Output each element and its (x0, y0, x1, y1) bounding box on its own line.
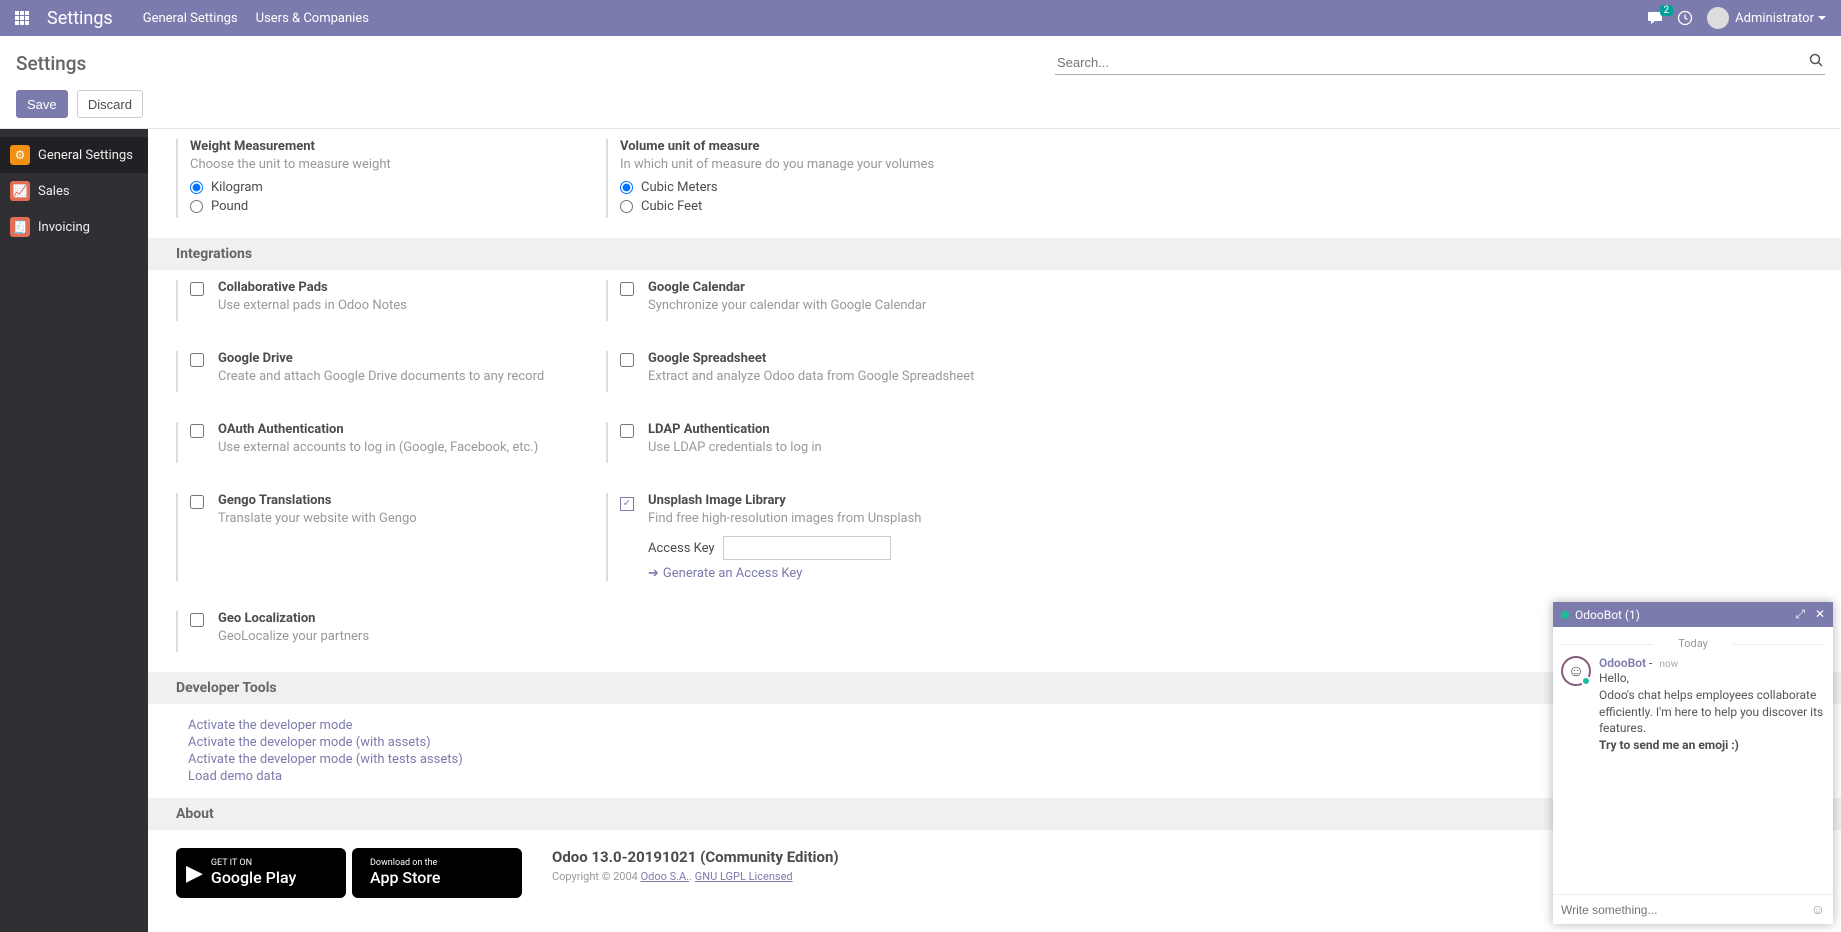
chart-icon: 📈 (10, 181, 30, 201)
checkbox-oauth[interactable] (190, 424, 204, 438)
presence-dot-icon (1581, 676, 1591, 686)
sidebar-item-general[interactable]: ⚙ General Settings (0, 137, 148, 173)
radio-cubic-meters[interactable]: Cubic Meters (620, 180, 1006, 195)
checkbox-pads[interactable] (190, 282, 204, 296)
nav-general-settings[interactable]: General Settings (143, 11, 238, 26)
license-link[interactable]: GNU LGPL Licensed (695, 870, 793, 883)
page-title: Settings (16, 52, 86, 75)
sidebar-item-label: Invoicing (38, 220, 90, 235)
setting-unsplash: ✓ Unsplash Image Library Find free high-… (606, 493, 1006, 581)
user-menu[interactable]: Administrator (1707, 7, 1826, 29)
setting-google-calendar: Google CalendarSynchronize your calendar… (606, 280, 1006, 321)
chat-date-separator: Today (1561, 637, 1825, 650)
close-icon[interactable]: ✕ (1815, 607, 1825, 622)
generate-access-key-link[interactable]: ➔Generate an Access Key (648, 566, 802, 581)
chat-message-text: Hello, Odoo's chat helps employees colla… (1599, 670, 1825, 754)
message-count-badge: 2 (1660, 5, 1674, 16)
chat-input[interactable] (1561, 903, 1811, 917)
app-title: Settings (47, 8, 113, 29)
setting-desc: In which unit of measure do you manage y… (620, 157, 1006, 172)
chat-message: ☺ OdooBot - now Hello, Odoo's chat helps… (1561, 656, 1825, 754)
setting-volume-measurement: Volume unit of measure In which unit of … (606, 139, 1006, 218)
sidebar-item-sales[interactable]: 📈 Sales (0, 173, 148, 209)
user-name: Administrator (1735, 11, 1814, 26)
chevron-down-icon (1818, 16, 1826, 20)
document-icon: 🧾 (10, 217, 30, 237)
odoo-sa-link[interactable]: Odoo S.A. (641, 870, 690, 883)
checkbox-geo[interactable] (190, 613, 204, 627)
radio-pound[interactable]: Pound (190, 199, 576, 214)
emoji-icon[interactable]: ☺ (1811, 901, 1825, 918)
google-play-icon: ▶ (186, 861, 203, 886)
expand-icon[interactable]: ⤢ (1795, 607, 1805, 622)
copyright-text: Copyright © 2004 Odoo S.A.. GNU LGPL Lic… (552, 870, 839, 883)
sidebar-item-label: General Settings (38, 148, 133, 163)
discard-button[interactable]: Discard (77, 90, 143, 118)
google-play-button[interactable]: ▶ GET IT ONGoogle Play (176, 848, 346, 898)
search-icon[interactable] (1809, 53, 1823, 71)
top-bar: Settings General Settings Users & Compan… (0, 0, 1841, 36)
checkbox-gengo[interactable] (190, 495, 204, 509)
setting-gengo: Gengo TranslationsTranslate your website… (176, 493, 576, 581)
setting-desc: Choose the unit to measure weight (190, 157, 576, 172)
setting-weight-measurement: Weight Measurement Choose the unit to me… (176, 139, 576, 218)
setting-ldap: LDAP AuthenticationUse LDAP credentials … (606, 422, 1006, 463)
nav-users-companies[interactable]: Users & Companies (256, 11, 369, 26)
search-input[interactable] (1055, 51, 1825, 74)
setting-collaborative-pads: Collaborative PadsUse external pads in O… (176, 280, 576, 321)
checkbox-unsplash[interactable]: ✓ (620, 497, 634, 511)
chat-time: now (1659, 659, 1678, 670)
setting-geo-localization: Geo LocalizationGeoLocalize your partner… (176, 611, 576, 652)
checkbox-ldap[interactable] (620, 424, 634, 438)
search-container (1055, 51, 1825, 75)
control-panel: Settings (0, 36, 1841, 80)
chat-input-row: ☺ (1553, 894, 1833, 924)
sidebar-item-invoicing[interactable]: 🧾 Invoicing (0, 209, 148, 245)
settings-sidebar: ⚙ General Settings 📈 Sales 🧾 Invoicing (0, 129, 148, 932)
arrow-right-icon: ➔ (648, 566, 659, 581)
setting-google-drive: Google DriveCreate and attach Google Dri… (176, 351, 576, 392)
section-integrations: Integrations (148, 238, 1841, 270)
action-buttons: Save Discard (0, 80, 1841, 128)
setting-title: Volume unit of measure (620, 139, 1006, 154)
setting-oauth: OAuth AuthenticationUse external account… (176, 422, 576, 463)
chat-title: OdooBot (1) (1575, 608, 1640, 622)
apps-menu-icon[interactable] (15, 11, 29, 25)
radio-cubic-feet[interactable]: Cubic Feet (620, 199, 1006, 214)
bot-avatar-icon: ☺ (1561, 656, 1591, 686)
presence-indicator-icon (1561, 611, 1569, 619)
radio-kilogram[interactable]: Kilogram (190, 180, 576, 195)
checkbox-gsheet[interactable] (620, 353, 634, 367)
chat-window: OdooBot (1) ⤢ ✕ Today ☺ OdooBot - now He… (1553, 602, 1833, 924)
access-key-input[interactable] (723, 536, 891, 560)
activity-icon[interactable] (1677, 10, 1693, 26)
chat-sender: OdooBot (1599, 656, 1646, 670)
odoo-version: Odoo 13.0-20191021 (Community Edition) (552, 848, 839, 866)
setting-title: Weight Measurement (190, 139, 576, 154)
setting-google-spreadsheet: Google SpreadsheetExtract and analyze Od… (606, 351, 1006, 392)
checkbox-gdrive[interactable] (190, 353, 204, 367)
access-key-label: Access Key (648, 541, 715, 556)
app-store-button[interactable]: Download on theApp Store (352, 848, 522, 898)
sidebar-item-label: Sales (38, 184, 70, 199)
save-button[interactable]: Save (16, 90, 68, 118)
messages-icon[interactable]: 2 (1647, 11, 1663, 25)
chat-header[interactable]: OdooBot (1) ⤢ ✕ (1553, 602, 1833, 627)
gear-icon: ⚙ (10, 145, 30, 165)
chat-body[interactable]: Today ☺ OdooBot - now Hello, Odoo's chat… (1553, 627, 1833, 894)
avatar-icon (1707, 7, 1729, 29)
checkbox-gcal[interactable] (620, 282, 634, 296)
